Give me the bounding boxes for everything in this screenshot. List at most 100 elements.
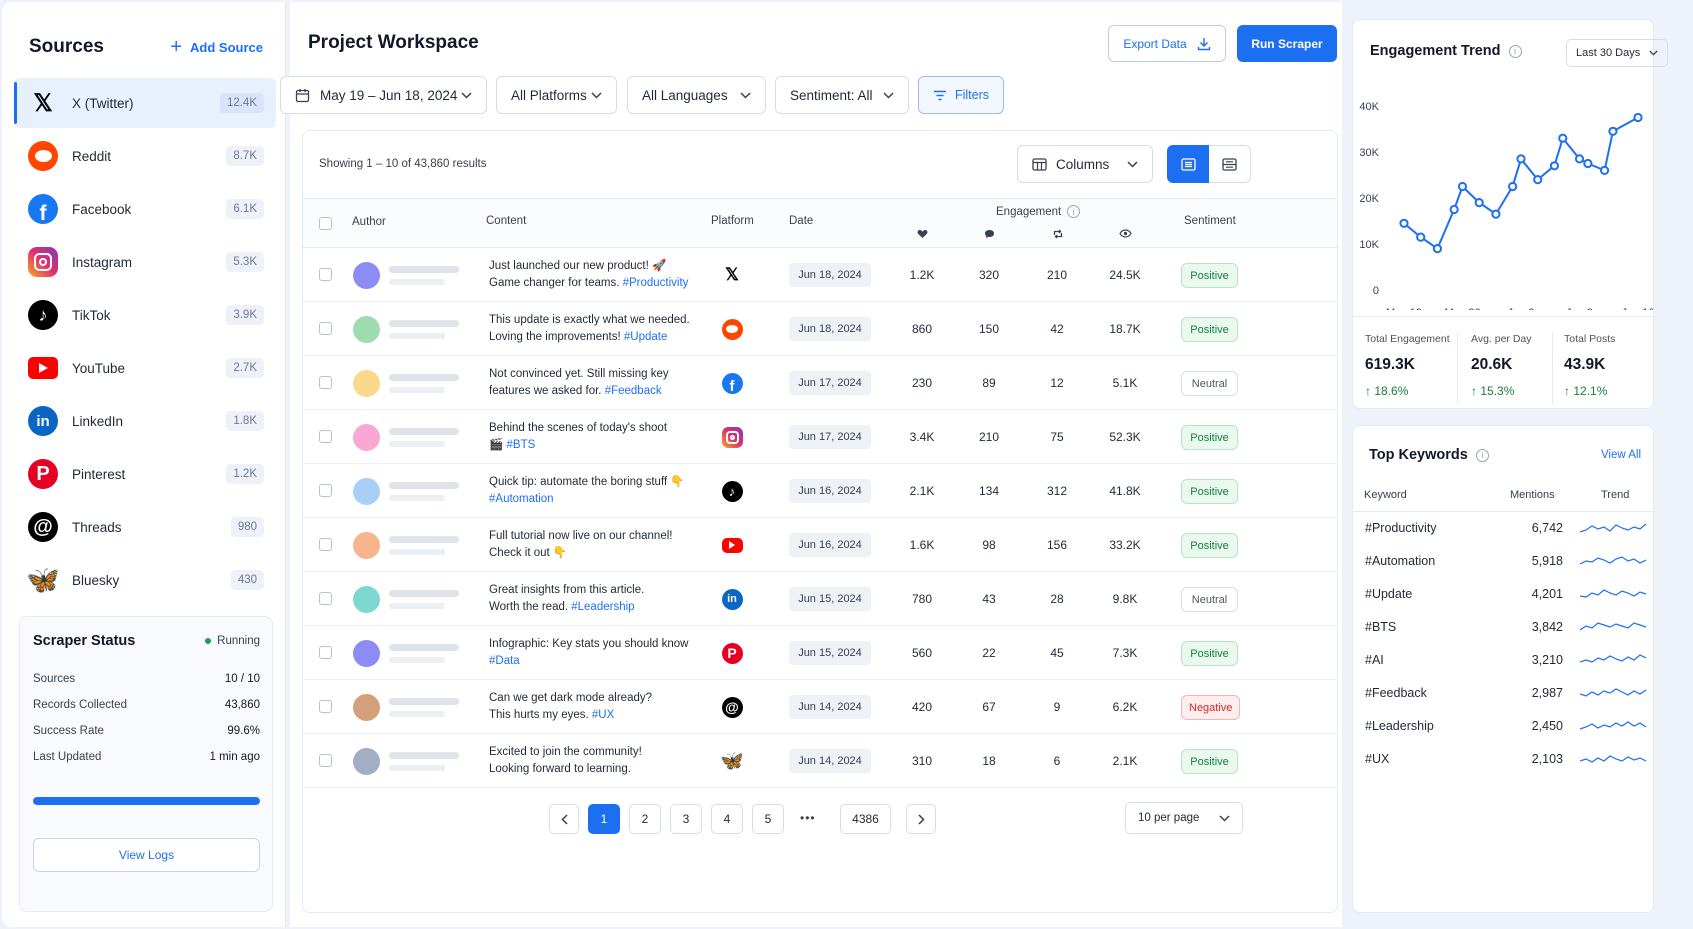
x-icon: 𝕏 (725, 265, 739, 284)
page-4-button[interactable]: 4 (711, 804, 743, 834)
info-icon[interactable]: i (1508, 44, 1522, 58)
hashtag-link[interactable]: #Feedback (605, 385, 662, 397)
sentiment-badge: Positive (1181, 533, 1238, 558)
range-select[interactable]: Last 30 Days (1566, 39, 1668, 67)
author-handle-placeholder (389, 657, 445, 663)
keyword-row[interactable]: #Leadership 2,450 (1365, 713, 1659, 746)
last-page-button[interactable]: 4386 (840, 804, 891, 834)
comment-icon (985, 230, 994, 238)
per-page-select[interactable]: 10 per page (1125, 802, 1243, 834)
page-2-button[interactable]: 2 (629, 804, 661, 834)
y-tick-label: 10K (1359, 239, 1379, 251)
platform-select[interactable]: All Platforms (496, 76, 617, 114)
page-1-button[interactable]: 1 (588, 804, 620, 834)
arrow-up-icon: ↑ (1365, 384, 1375, 398)
post-line-1: Behind the scenes of today's shoot (489, 422, 668, 434)
data-point (1549, 161, 1560, 171)
hashtag-link[interactable]: #Data (489, 655, 520, 667)
sidebar-item-linkedin[interactable]: in LinkedIn 1.8K (14, 396, 276, 446)
hashtag-link[interactable]: #Leadership (571, 601, 634, 613)
status-value: 1 min ago (209, 751, 260, 763)
sidebar-item-x-twitter[interactable]: 𝕏 X (Twitter) 12.4K (14, 78, 276, 128)
row-checkbox[interactable] (319, 592, 332, 605)
filters-button[interactable]: Filters (918, 76, 1004, 114)
table-row[interactable]: Infographic: Key stats you should know #D… (303, 626, 1337, 680)
info-icon[interactable]: i (1475, 448, 1489, 462)
row-checkbox[interactable] (319, 646, 332, 659)
author-handle-placeholder (389, 711, 445, 717)
hashtag-link[interactable]: #Automation (489, 493, 554, 505)
keyword-row[interactable]: #AI 3,210 (1365, 647, 1659, 680)
page-5-button[interactable]: 5 (752, 804, 784, 834)
row-checkbox[interactable] (319, 322, 332, 335)
page-3-button[interactable]: 3 (670, 804, 702, 834)
row-checkbox[interactable] (319, 430, 332, 443)
compact-view-icon (1222, 157, 1237, 171)
keyword-mentions: 4,201 (1531, 587, 1563, 601)
keyword-row[interactable]: #UX 2,103 (1365, 746, 1659, 779)
add-source-button[interactable]: + Add Source (170, 37, 263, 57)
hashtag-link[interactable]: #UX (592, 709, 614, 721)
sidebar-item-youtube[interactable]: YouTube 2.7K (14, 343, 276, 393)
hashtag-link[interactable]: #Update (624, 331, 667, 343)
keyword-row[interactable]: #Update 4,201 (1365, 581, 1659, 614)
info-icon[interactable]: i (1067, 205, 1081, 218)
post-line-1: Great insights from this article. (489, 584, 645, 596)
table-row[interactable]: Quick tip: automate the boring stuff 👇 #A… (303, 464, 1337, 518)
sidebar-item-tiktok[interactable]: ♪ TikTok 3.9K (14, 290, 276, 340)
row-checkbox[interactable] (319, 376, 332, 389)
sidebar-item-threads[interactable]: @ Threads 980 (14, 502, 276, 552)
row-checkbox[interactable] (319, 700, 332, 713)
project-workspace: Project Workspace Export Data Run Scrape… (280, 2, 1342, 927)
table-row[interactable]: Great insights from this article. Worth t… (303, 572, 1337, 626)
export-data-button[interactable]: Export Data (1108, 25, 1226, 62)
table-row[interactable]: Not convinced yet. Still missing key feat… (303, 356, 1337, 410)
x-twitter-icon: 𝕏 (33, 89, 53, 117)
row-checkbox[interactable] (319, 268, 332, 281)
table-row[interactable]: Can we get dark mode already? This hurts … (303, 680, 1337, 734)
table-row[interactable]: Excited to join the community! Looking fo… (303, 734, 1337, 788)
chevron-down-icon (740, 91, 751, 99)
hashtag-link[interactable]: #BTS (507, 439, 536, 451)
view-all-link[interactable]: View All (1601, 449, 1641, 461)
stat-label: Total Posts (1564, 333, 1616, 345)
date-range-select[interactable]: May 19 – Jun 18, 2024 (280, 76, 487, 114)
sidebar-item-reddit[interactable]: Reddit 8.7K (14, 131, 276, 181)
table-row[interactable]: Just launched our new product! 🚀 Game cha… (303, 248, 1337, 302)
stat-change-value: 12.1% (1573, 384, 1608, 398)
view-logs-button[interactable]: View Logs (33, 838, 260, 872)
post-text: 🎬 (489, 439, 507, 451)
prev-page-button[interactable] (549, 804, 579, 834)
table-row[interactable]: Full tutorial now live on our channel! Ch… (303, 518, 1337, 572)
status-row-sources: Sources 10 / 10 (33, 673, 260, 685)
columns-button[interactable]: Columns (1017, 145, 1153, 183)
next-page-button[interactable] (906, 804, 936, 834)
sidebar-title: Sources (29, 36, 104, 57)
row-checkbox[interactable] (319, 754, 332, 767)
keyword-row[interactable]: #Productivity 6,742 (1365, 515, 1659, 548)
status-label: Records Collected (33, 699, 127, 711)
sidebar-item-instagram[interactable]: Instagram 5.3K (14, 237, 276, 287)
language-select[interactable]: All Languages (627, 76, 766, 114)
sidebar-item-pinterest[interactable]: P Pinterest 1.2K (14, 449, 276, 499)
keyword-row[interactable]: #Automation 5,918 (1365, 548, 1659, 581)
keyword-row[interactable]: #BTS 3,842 (1365, 614, 1659, 647)
table-row[interactable]: This update is exactly what we needed. Lo… (303, 302, 1337, 356)
compact-view-toggle[interactable] (1209, 145, 1251, 183)
row-checkbox[interactable] (319, 538, 332, 551)
hashtag-link[interactable]: #Productivity (623, 277, 689, 289)
row-checkbox[interactable] (319, 484, 332, 497)
post-line-1: Just launched our new product! 🚀 (489, 260, 667, 272)
metric-views: 9.8K (1112, 592, 1138, 606)
sidebar-item-facebook[interactable]: f Facebook 6.1K (14, 184, 276, 234)
keyword-row[interactable]: #Feedback 2,987 (1365, 680, 1659, 713)
results-table: Showing 1 – 10 of 43,860 results Columns… (302, 130, 1338, 913)
table-row[interactable]: Behind the scenes of today's shoot 🎬 #BTS… (303, 410, 1337, 464)
run-scraper-button[interactable]: Run Scraper (1237, 25, 1337, 62)
select-all-checkbox[interactable] (319, 217, 332, 230)
sidebar-item-bluesky[interactable]: 🦋 Bluesky 430 (14, 555, 276, 605)
sentiment-select[interactable]: Sentiment: All (775, 76, 909, 114)
per-page-label: 10 per page (1138, 812, 1200, 824)
list-view-toggle[interactable] (1167, 145, 1209, 183)
plus-icon: + (170, 36, 183, 58)
